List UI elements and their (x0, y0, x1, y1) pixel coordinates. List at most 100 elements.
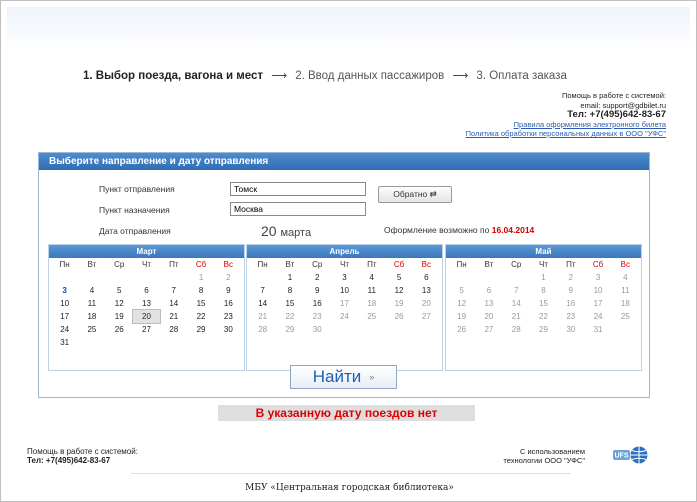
calendar-day[interactable]: 9 (215, 284, 242, 297)
weekday-header: Вт (87, 260, 97, 269)
calendar-day: 31 (593, 325, 603, 334)
calendar-day: 11 (621, 286, 630, 295)
calendar-empty-cell (106, 271, 133, 284)
weekday-header: Сб (592, 260, 604, 269)
calendar-day[interactable]: 26 (106, 323, 133, 336)
calendar-day[interactable]: 16 (304, 297, 331, 310)
calendar-day[interactable]: 15 (187, 297, 214, 310)
calendar-day[interactable]: 4 (358, 271, 385, 284)
calendar-day[interactable]: 3 (331, 271, 358, 284)
help-contacts-bottom: Помощь в работе с системой: Тел: +7(495)… (27, 447, 138, 465)
weekday-header: Сб (393, 260, 405, 269)
tech-line-1: С использованием (519, 447, 585, 456)
calendar-day[interactable]: 17 (51, 310, 78, 323)
calendar-day[interactable]: 31 (51, 336, 78, 349)
calendar-day[interactable]: 2 (304, 271, 331, 284)
tech-line-2: технологии ООО "УФС" (503, 456, 585, 465)
find-button[interactable]: Найти » (290, 365, 397, 389)
weekday-header: Ср (114, 260, 125, 269)
calendar-day[interactable]: 10 (331, 284, 358, 297)
calendar-empty-cell (503, 271, 530, 284)
calendar-day[interactable]: 29 (187, 323, 214, 336)
calendar-day: 13 (484, 299, 494, 308)
weekday-header: Вс (421, 260, 432, 269)
calendar-day[interactable]: 5 (106, 284, 133, 297)
calendar-day: 22 (539, 312, 548, 321)
calendar-day: 25 (620, 312, 630, 321)
weekday-header: Чт (141, 260, 151, 269)
calendar-day[interactable]: 12 (385, 284, 412, 297)
calendar-day[interactable]: 8 (187, 284, 214, 297)
calendar-day[interactable]: 12 (106, 297, 133, 310)
calendar-day: 29 (539, 325, 548, 334)
calendar-day: 30 (312, 325, 322, 334)
footer-divider (131, 473, 571, 474)
calendar-day[interactable]: 9 (304, 284, 331, 297)
calendar-day[interactable]: 16 (215, 297, 242, 310)
calendar-day[interactable]: 7 (160, 284, 187, 297)
calendar-day[interactable]: 21 (160, 310, 187, 323)
calendar-day[interactable]: 18 (78, 310, 105, 323)
calendar-day[interactable]: 22 (187, 310, 214, 323)
calendar-day[interactable]: 13 (413, 284, 440, 297)
calendar-day[interactable]: 14 (160, 297, 187, 310)
calendar-day[interactable]: 23 (215, 310, 242, 323)
calendar-day: 1 (541, 273, 546, 282)
calendar-day[interactable]: 25 (78, 323, 105, 336)
weekday-header: Чт (538, 260, 548, 269)
calendar-day: 8 (541, 286, 546, 295)
calendar-day[interactable]: 4 (78, 284, 105, 297)
calendar-day: 23 (566, 312, 576, 321)
calendar-day[interactable]: 3 (51, 284, 78, 297)
selected-date[interactable]: 20 марта (261, 223, 311, 239)
calendar-day[interactable]: 30 (215, 323, 242, 336)
calendar-day[interactable]: 1 (276, 271, 303, 284)
weekday-header: Пн (456, 260, 467, 269)
calendar-day: 22 (285, 312, 295, 321)
calendar-grid: Пн Вт Ср Чт Пт Сб Вс 1 2 3 4 5 6 7 8 9 10 11 12 13 14 15 16 17 1… (446, 258, 641, 336)
calendar-day: 21 (511, 312, 521, 321)
calendar-day[interactable]: 11 (358, 284, 385, 297)
calendar-day: 23 (312, 312, 322, 321)
calendar-empty-cell (51, 271, 78, 284)
calendar-empty-cell (133, 271, 160, 284)
calendar-month-title: Март (49, 245, 244, 258)
weekday-header: Чт (339, 260, 349, 269)
calendar-day[interactable]: 5 (385, 271, 412, 284)
weekday-header: Пн (59, 260, 70, 269)
swap-direction-button[interactable]: Обратно ⇄ (378, 186, 452, 203)
weekday-header: Пт (367, 260, 377, 269)
from-station-input[interactable] (230, 182, 366, 196)
calendar-day: 20 (421, 299, 431, 308)
calendar-day[interactable]: 6 (413, 271, 440, 284)
find-button-label: Найти (312, 367, 362, 386)
help-caption: Помощь в работе с системой: (561, 91, 666, 100)
calendar-day: 16 (566, 299, 576, 308)
calendar-day[interactable]: 28 (160, 323, 187, 336)
calendar-empty-cell (78, 271, 105, 284)
privacy-policy-link[interactable]: Политика обработки персональных данных в… (466, 129, 666, 138)
calendar-day[interactable]: 19 (106, 310, 133, 323)
calendar-day[interactable]: 27 (133, 323, 160, 336)
to-station-input[interactable] (230, 202, 366, 216)
calendar-day[interactable]: 15 (276, 297, 303, 310)
calendar-day[interactable]: 11 (78, 297, 105, 310)
to-label: Пункт назначения (99, 205, 170, 215)
calendar-day[interactable]: 24 (51, 323, 78, 336)
rules-link[interactable]: Правила оформления электронного билета (514, 120, 666, 129)
calendar-april: Апрель Пн Вт Ср Чт Пт Сб Вс 1 2 3 4 5 6 7 8 9 10 11 12 13 14… (246, 244, 443, 371)
step-3: 3. Оплата заказа (476, 70, 567, 82)
calendar-day: 25 (367, 312, 377, 321)
calendar-day[interactable]: 8 (276, 284, 303, 297)
calendar-day[interactable]: 6 (133, 284, 160, 297)
calendar-day[interactable]: 13 (133, 297, 160, 310)
booking-deadline: 16.04.2014 (491, 225, 535, 235)
calendar-day[interactable]: 10 (51, 297, 78, 310)
calendar-day[interactable]: 7 (249, 284, 276, 297)
calendar-day-selected[interactable]: 20 (131, 309, 162, 324)
weekday-header: Ср (511, 260, 522, 269)
calendar-day[interactable]: 14 (249, 297, 276, 310)
calendar-day: 17 (593, 299, 603, 308)
app-frame: 1. Выбор поезда, вагона и мест ⟶ 2. Ввод… (0, 0, 697, 502)
calendar-day: 4 (623, 273, 628, 282)
